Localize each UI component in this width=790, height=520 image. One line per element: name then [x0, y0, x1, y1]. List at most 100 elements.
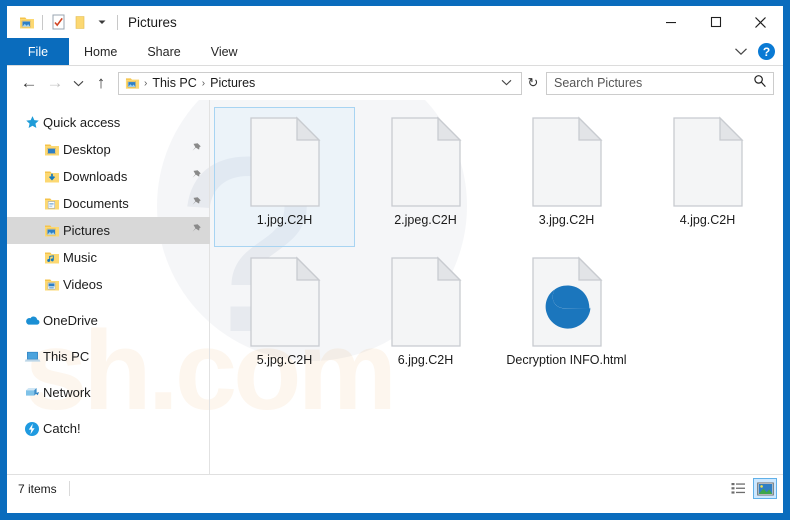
sidebar-item-pictures[interactable]: Pictures: [7, 217, 210, 244]
tab-share[interactable]: Share: [132, 38, 195, 65]
search-placeholder: Search Pictures: [554, 76, 643, 90]
sidebar-item-network[interactable]: Network: [7, 379, 210, 406]
sidebar-label-catch: Catch!: [43, 421, 81, 436]
sidebar-item-videos[interactable]: Videos: [7, 271, 210, 298]
sidebar-group-gap-2: [7, 334, 210, 343]
caption-button-group: [648, 6, 783, 38]
large-icons-view-button[interactable]: [753, 478, 777, 499]
file-item[interactable]: 4.jpg.C2H: [637, 107, 778, 247]
file-grid: 1.jpg.C2H 2.jpeg.C2H 3.jpg.C2H 4.jpg.C2H…: [214, 107, 783, 387]
refresh-button[interactable]: ↻: [522, 72, 544, 95]
file-label: 5.jpg.C2H: [256, 353, 313, 367]
sidebar-item-downloads[interactable]: Downloads: [7, 163, 210, 190]
blank-document-icon: [245, 254, 325, 349]
window-client-area: ? sh.com Pictures File Home Share View ?…: [7, 6, 783, 513]
pin-icon[interactable]: [190, 168, 202, 186]
view-toggle-group: [726, 478, 777, 499]
edge-html-document-icon: [527, 254, 607, 349]
sidebar-item-quick-access[interactable]: Quick access: [7, 109, 210, 136]
breadcrumb-item-pictures[interactable]: Pictures: [207, 76, 258, 90]
file-label: 2.jpeg.C2H: [394, 213, 457, 227]
minimize-button[interactable]: [648, 6, 693, 38]
file-item[interactable]: 6.jpg.C2H: [355, 247, 496, 387]
pin-icon[interactable]: [190, 195, 202, 213]
tab-view[interactable]: View: [196, 38, 253, 65]
file-label: 6.jpg.C2H: [397, 353, 454, 367]
blank-document-icon: [668, 114, 748, 209]
forward-button[interactable]: →: [42, 70, 68, 96]
file-label: 1.jpg.C2H: [256, 213, 313, 227]
breadcrumb-pictures-icon: [124, 76, 142, 90]
up-button[interactable]: ↑: [88, 70, 114, 96]
this-pc-icon: [21, 350, 43, 364]
file-item[interactable]: 3.jpg.C2H: [496, 107, 637, 247]
sidebar-item-desktop[interactable]: Desktop: [7, 136, 210, 163]
file-label: Decryption INFO.html: [506, 353, 627, 367]
properties-icon[interactable]: [47, 11, 69, 33]
pin-icon[interactable]: [190, 141, 202, 159]
status-bar: 7 items: [7, 474, 783, 502]
file-item[interactable]: Decryption INFO.html: [496, 247, 637, 387]
file-list-pane[interactable]: 1.jpg.C2H 2.jpeg.C2H 3.jpg.C2H 4.jpg.C2H…: [210, 100, 783, 474]
sidebar-item-this-pc[interactable]: This PC: [7, 343, 210, 370]
pictures-folder-icon[interactable]: [16, 11, 38, 33]
search-input[interactable]: Search Pictures: [546, 71, 774, 95]
sidebar-item-music[interactable]: Music: [7, 244, 210, 271]
sidebar-item-catch[interactable]: Catch!: [7, 415, 210, 442]
search-icon[interactable]: [753, 74, 767, 93]
qat-divider-2: [117, 14, 118, 30]
new-folder-icon[interactable]: [69, 11, 91, 33]
explorer-window: ? sh.com Pictures File Home Share View ?…: [0, 0, 790, 520]
file-label: 3.jpg.C2H: [538, 213, 595, 227]
recent-locations-chevron-down-icon[interactable]: [68, 70, 88, 96]
file-label: 4.jpg.C2H: [679, 213, 736, 227]
file-item[interactable]: 2.jpeg.C2H: [355, 107, 496, 247]
onedrive-cloud-icon: [21, 314, 43, 327]
title-bar: Pictures: [7, 6, 783, 38]
network-icon: [21, 386, 43, 400]
details-view-button[interactable]: [726, 478, 750, 499]
expand-ribbon-chevron-down-icon[interactable]: [734, 43, 748, 61]
ribbon-tab-bar: File Home Share View ?: [7, 38, 783, 66]
help-icon[interactable]: ?: [758, 43, 775, 60]
blank-document-icon: [386, 114, 466, 209]
sidebar-label-desktop: Desktop: [63, 142, 111, 157]
folder-music-icon: [41, 250, 63, 265]
explorer-body: Quick access Desktop Downloads Documents…: [7, 100, 783, 474]
back-button[interactable]: ←: [16, 70, 42, 96]
sidebar-label-onedrive: OneDrive: [43, 313, 98, 328]
breadcrumb-separator-1: ›: [201, 77, 206, 89]
folder-videos-icon: [41, 277, 63, 292]
breadcrumb-item-this-pc[interactable]: This PC: [149, 76, 199, 90]
tab-home[interactable]: Home: [69, 38, 132, 65]
customize-qat-dropdown-icon[interactable]: [91, 11, 113, 33]
ribbon-right-controls: ?: [734, 38, 783, 65]
blank-document-icon: [386, 254, 466, 349]
sidebar-item-documents[interactable]: Documents: [7, 190, 210, 217]
sidebar-item-onedrive[interactable]: OneDrive: [7, 307, 210, 334]
sidebar-label-videos: Videos: [63, 277, 103, 292]
file-item[interactable]: 5.jpg.C2H: [214, 247, 355, 387]
close-button[interactable]: [738, 6, 783, 38]
sidebar-group-gap-4: [7, 406, 210, 415]
window-title: Pictures: [128, 14, 177, 30]
sidebar-label-music: Music: [63, 250, 97, 265]
folder-pictures-icon: [41, 223, 63, 238]
folder-downloads-icon: [41, 169, 63, 184]
sidebar-group-gap-1: [7, 298, 210, 307]
sidebar-label-pictures: Pictures: [63, 223, 110, 238]
file-item[interactable]: 1.jpg.C2H: [214, 107, 355, 247]
sidebar-label-quick-access: Quick access: [43, 115, 121, 130]
sidebar-label-network: Network: [43, 385, 91, 400]
breadcrumb[interactable]: › This PC › Pictures: [118, 71, 522, 95]
maximize-button[interactable]: [693, 6, 738, 38]
address-dropdown-chevron-down-icon[interactable]: [496, 77, 517, 89]
catch-lightning-icon: [21, 421, 43, 437]
navigation-pane: Quick access Desktop Downloads Documents…: [7, 100, 210, 474]
blank-document-icon: [527, 114, 607, 209]
star-icon: [21, 115, 43, 130]
breadcrumb-separator-0: ›: [144, 77, 148, 89]
tab-file[interactable]: File: [7, 38, 69, 65]
pin-icon[interactable]: [190, 222, 202, 240]
quick-access-toolbar: [7, 11, 122, 33]
